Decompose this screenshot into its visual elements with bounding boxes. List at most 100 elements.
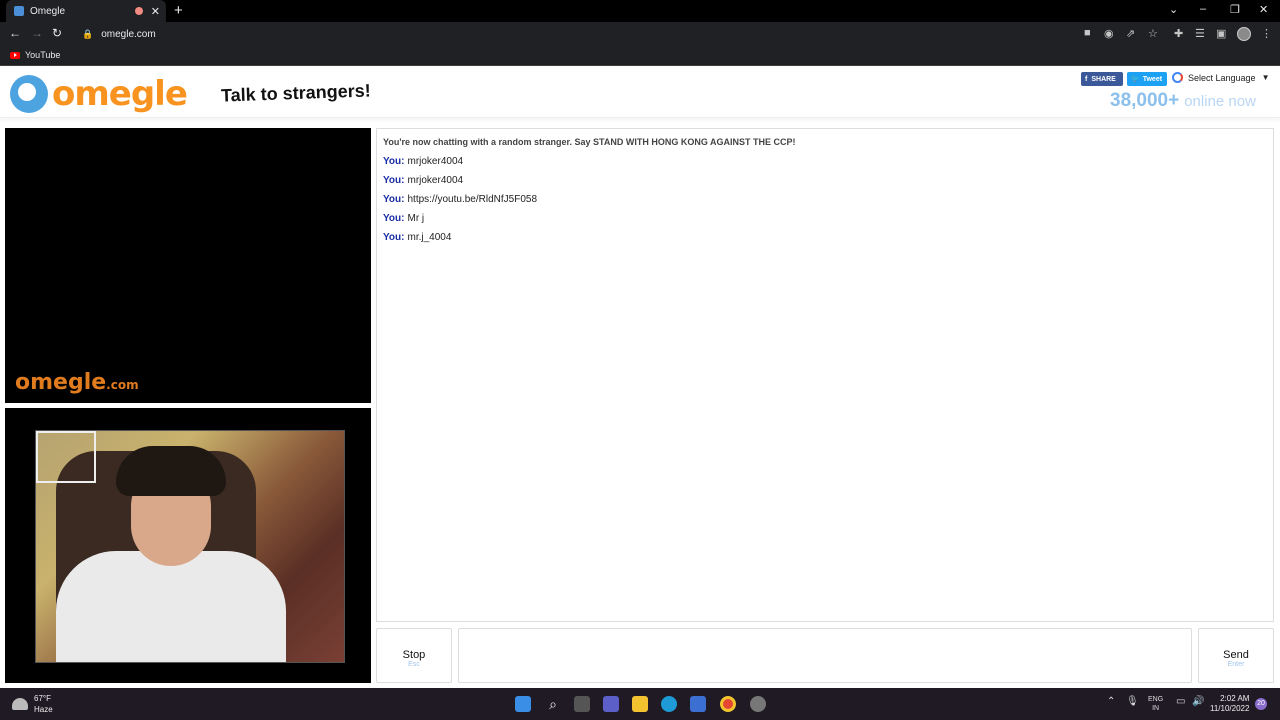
language-select[interactable]: Select Language ▼ bbox=[1172, 72, 1269, 83]
bookmark-youtube[interactable]: YouTube bbox=[10, 50, 60, 60]
chat-message: You: Mr j bbox=[383, 213, 424, 224]
weather-temp: 67°F bbox=[34, 694, 51, 703]
online-label: online now bbox=[1184, 93, 1256, 110]
tab-search-icon[interactable]: ⌄ bbox=[1169, 3, 1178, 16]
tab-title: Omegle bbox=[30, 5, 66, 17]
watermark-suffix: .com bbox=[106, 378, 139, 392]
task-view-icon[interactable] bbox=[574, 696, 590, 712]
you-label: You: bbox=[383, 213, 405, 224]
language-label: Select Language bbox=[1188, 72, 1256, 83]
tab-omegle[interactable]: Omegle ✕ bbox=[6, 0, 166, 22]
back-button[interactable]: ← bbox=[9, 26, 21, 40]
omegle-favicon-icon bbox=[14, 6, 24, 16]
message-text: mr.j_4004 bbox=[407, 232, 452, 243]
share-buttons: f SHARE 🐦 Tweet bbox=[1081, 72, 1167, 86]
send-button[interactable]: Send Enter bbox=[1198, 628, 1274, 683]
twitter-tweet-button[interactable]: 🐦 Tweet bbox=[1127, 72, 1167, 86]
bookmark-star-icon[interactable]: ☆ bbox=[1148, 27, 1158, 40]
message-input[interactable] bbox=[458, 628, 1192, 683]
share-icon[interactable]: ⇗ bbox=[1126, 27, 1135, 40]
system-message: You're now chatting with a random strang… bbox=[383, 137, 796, 147]
google-translate-icon bbox=[1172, 72, 1183, 83]
reload-button[interactable]: ↻ bbox=[52, 26, 62, 40]
chevron-up-icon[interactable]: ⌃ bbox=[1107, 696, 1115, 707]
bookmarks-bar: YouTube bbox=[0, 46, 1280, 66]
browser-tab-bar: Omegle ✕ + ⌄ – ❐ ✕ bbox=[0, 0, 1280, 22]
omegle-logo-icon bbox=[10, 75, 48, 113]
chat-message: You: mrjoker4004 bbox=[383, 175, 463, 186]
teams-icon[interactable] bbox=[603, 696, 619, 712]
profile-avatar[interactable] bbox=[1237, 27, 1251, 41]
start-icon[interactable] bbox=[515, 696, 531, 712]
stop-label: Stop bbox=[402, 649, 426, 661]
search-icon[interactable]: ⌕ bbox=[545, 696, 561, 712]
webcam-overlay-frame bbox=[36, 431, 96, 483]
clock-date: 11/10/2022 bbox=[1210, 704, 1250, 713]
extensions-icon[interactable]: ✚ bbox=[1174, 27, 1183, 40]
shirt-shape bbox=[56, 551, 286, 662]
side-panel-icon[interactable]: ▣ bbox=[1216, 27, 1226, 40]
camera-icon[interactable]: ■ bbox=[1084, 27, 1091, 39]
chat-message: You: https://youtu.be/RldNfJ5F058 bbox=[383, 194, 537, 205]
menu-icon[interactable]: ⋮ bbox=[1261, 27, 1272, 40]
self-video bbox=[5, 408, 371, 683]
weather-widget[interactable]: 67°F Haze bbox=[12, 693, 53, 715]
webcam-feed-image bbox=[35, 430, 345, 663]
chat-message: You: mrjoker4004 bbox=[383, 156, 463, 167]
weather-condition: Haze bbox=[34, 705, 53, 714]
chrome-icon[interactable] bbox=[720, 696, 736, 712]
edge-icon[interactable] bbox=[661, 696, 677, 712]
volume-icon[interactable]: 🔊 bbox=[1192, 696, 1204, 707]
chevron-down-icon: ▼ bbox=[1261, 73, 1270, 82]
close-window-button[interactable]: ✕ bbox=[1259, 3, 1268, 16]
online-count: 38,000+ online now bbox=[1110, 90, 1256, 112]
facebook-share-button[interactable]: f SHARE bbox=[1081, 72, 1123, 86]
hair-shape bbox=[116, 446, 226, 496]
chat-log[interactable]: You're now chatting with a random strang… bbox=[376, 128, 1274, 622]
stop-key-hint: Esc bbox=[408, 661, 420, 668]
stop-button[interactable]: Stop Esc bbox=[376, 628, 452, 683]
message-text: https://youtu.be/RldNfJ5F058 bbox=[407, 194, 538, 205]
twitter-icon: 🐦 bbox=[1131, 76, 1140, 83]
youtube-icon bbox=[10, 51, 20, 59]
windows-taskbar: 67°F Haze ⌕ ⌃ 🎙 ENG IN ▭ 🔊 2:02 AM 11/10… bbox=[0, 688, 1280, 720]
url-field[interactable]: 🔒 omegle.com bbox=[74, 24, 1074, 44]
watermark-text: omegle bbox=[15, 370, 107, 395]
facebook-share-label: SHARE bbox=[1091, 75, 1116, 83]
you-label: You: bbox=[383, 232, 405, 243]
omegle-logo[interactable]: omegle bbox=[10, 74, 188, 114]
obs-icon[interactable] bbox=[750, 696, 766, 712]
tweet-label: Tweet bbox=[1142, 75, 1163, 83]
close-tab-icon[interactable]: ✕ bbox=[151, 5, 160, 18]
send-label: Send bbox=[1223, 649, 1249, 661]
tagline: Talk to strangers! bbox=[220, 80, 372, 106]
minimize-button[interactable]: – bbox=[1200, 3, 1206, 15]
you-label: You: bbox=[383, 156, 405, 167]
new-tab-button[interactable]: + bbox=[174, 2, 183, 19]
restore-button[interactable]: ❐ bbox=[1230, 3, 1240, 16]
omegle-watermark: omegle.com bbox=[15, 370, 139, 395]
you-label: You: bbox=[383, 175, 405, 186]
system-clock[interactable]: 2:02 AM 11/10/2022 bbox=[1210, 694, 1249, 714]
file-explorer-icon[interactable] bbox=[632, 696, 648, 712]
clock-time: 2:02 AM bbox=[1220, 694, 1250, 703]
chat-controls: Stop Esc Send Enter bbox=[376, 628, 1274, 684]
region-code: IN bbox=[1152, 705, 1160, 712]
lang-code: ENG bbox=[1148, 696, 1164, 703]
google-icon[interactable]: ◉ bbox=[1104, 27, 1114, 40]
address-bar-row: ← → ↻ 🔒 omegle.com ■ ◉ ⇗ ☆ ✚ ☰ ▣ ⋮ bbox=[0, 22, 1280, 46]
message-text: mrjoker4004 bbox=[407, 175, 464, 186]
you-label: You: bbox=[383, 194, 405, 205]
store-icon[interactable] bbox=[690, 696, 706, 712]
logo-text: omegle bbox=[52, 74, 188, 114]
reading-list-icon[interactable]: ☰ bbox=[1195, 27, 1205, 40]
language-indicator[interactable]: ENG IN bbox=[1148, 695, 1163, 713]
omegle-page: omegle Talk to strangers! f SHARE 🐦 Twee… bbox=[0, 68, 1280, 688]
microphone-icon[interactable]: 🎙 bbox=[1126, 696, 1139, 707]
message-text: Mr j bbox=[407, 213, 425, 224]
send-key-hint: Enter bbox=[1227, 661, 1245, 668]
weather-haze-icon bbox=[12, 698, 28, 710]
forward-button[interactable]: → bbox=[31, 26, 43, 40]
network-icon[interactable]: ▭ bbox=[1176, 696, 1185, 707]
notification-badge[interactable]: 20 bbox=[1255, 698, 1267, 710]
